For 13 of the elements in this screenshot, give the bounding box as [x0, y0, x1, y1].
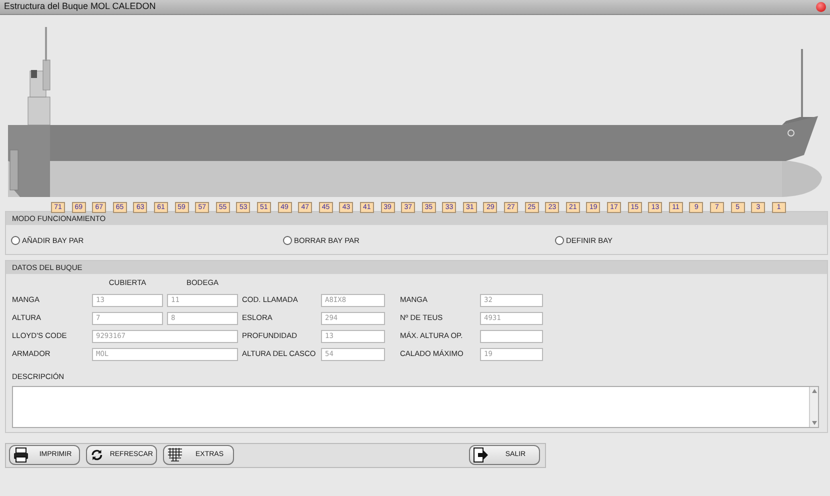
- radio-button[interactable]: [555, 236, 564, 246]
- text-area[interactable]: [12, 386, 819, 428]
- scrollbar[interactable]: [809, 386, 818, 427]
- radio-button[interactable]: [11, 236, 20, 246]
- printer-icon: [13, 447, 29, 464]
- close-button[interactable]: [816, 2, 826, 12]
- scroll-down-icon[interactable]: [812, 420, 816, 425]
- exit-icon: [473, 447, 489, 464]
- radio-button[interactable]: [283, 236, 292, 246]
- grid-icon: [167, 447, 183, 464]
- input-field[interactable]: [480, 330, 543, 342]
- window-title: Estructura del Buque MOL CALEDON: [4, 0, 156, 14]
- scroll-up-icon[interactable]: [812, 388, 816, 393]
